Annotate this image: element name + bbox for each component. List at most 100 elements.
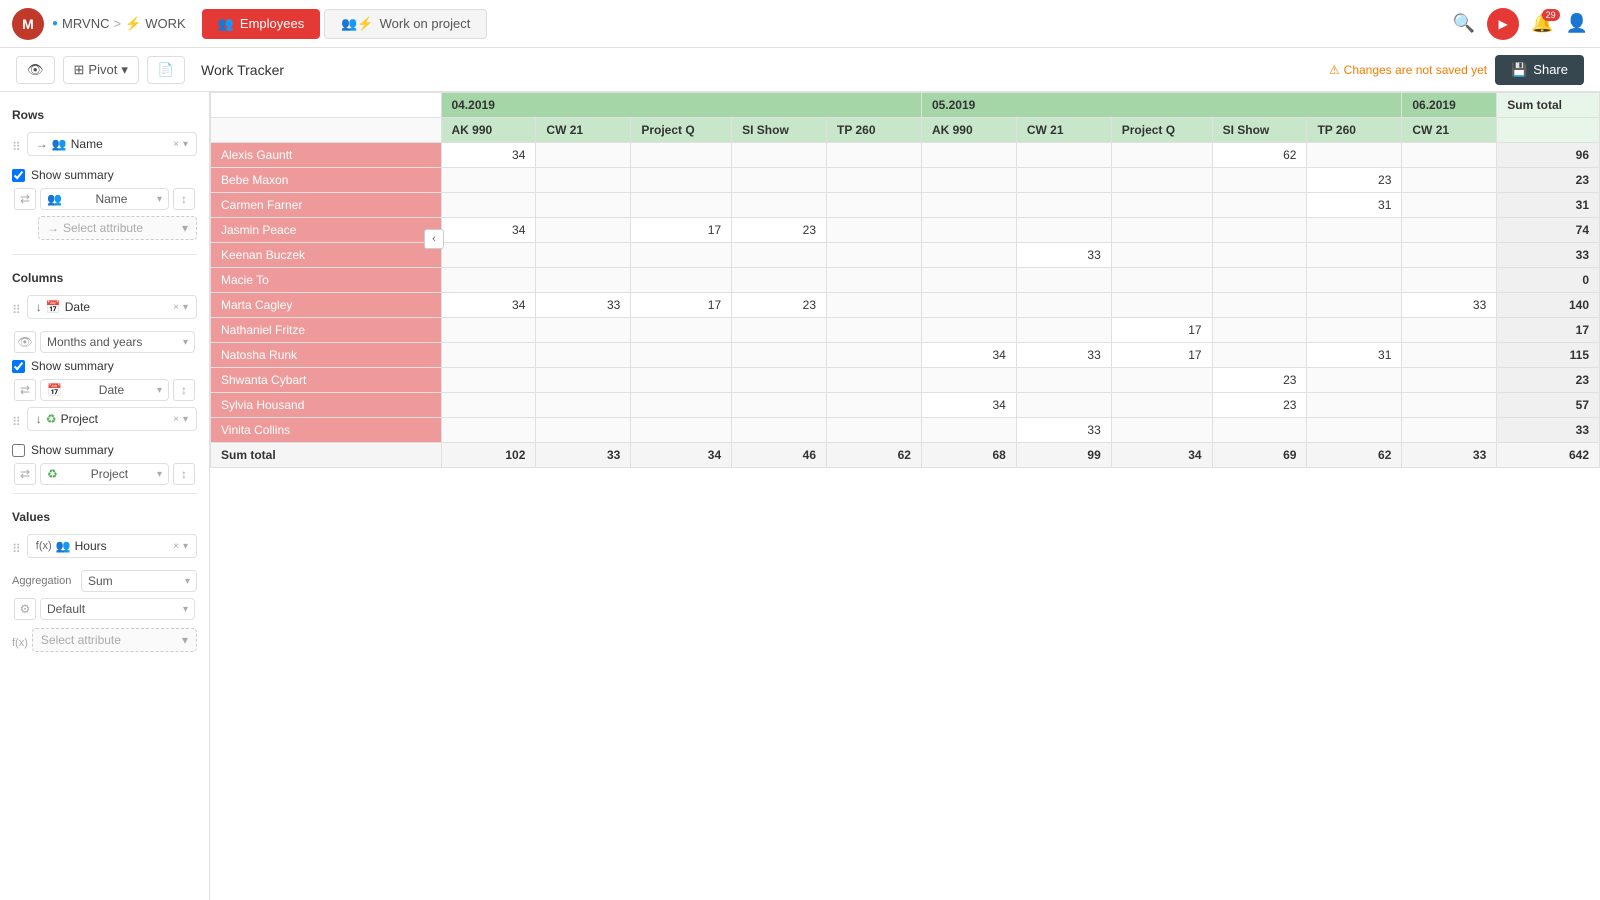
data-cell [441,168,536,193]
share-button[interactable]: 💾 Share [1495,55,1584,85]
data-cell: 34 [441,218,536,243]
date-calendar-icon: 📅 [46,300,61,314]
row-name-cell: Bebe Maxon [211,168,442,193]
data-cell [631,343,732,368]
rows-name-select[interactable]: 👥 Name ▾ [40,188,169,210]
sum-grand-total: 642 [1497,443,1600,468]
data-cell [1307,143,1402,168]
values-hours-close[interactable]: × [173,541,179,552]
rows-sub-chevron: ▾ [157,194,162,205]
data-cell [921,368,1016,393]
data-cell [1212,268,1307,293]
doc-button[interactable]: 📄 [147,56,185,84]
rows-name-chevron[interactable]: ▾ [183,139,188,150]
data-cell: 34 [441,293,536,318]
user-icon[interactable]: 👤 [1566,13,1588,34]
columns-project-close[interactable]: × [173,414,179,425]
values-hours-chevron[interactable]: ▾ [183,541,188,552]
rows-add-attr[interactable]: → Select attribute ▾ [38,216,197,240]
drag-handle-hours[interactable]: ⠿ [12,542,21,556]
data-cell [827,318,922,343]
drag-handle-rows-arrow[interactable]: ⠿ [12,140,21,154]
avatar[interactable]: M [12,8,44,40]
data-cell [1212,243,1307,268]
pivot-label: Pivot [88,62,117,77]
columns-display-select[interactable]: Months and years ▾ [40,331,195,353]
values-add-attr[interactable]: Select attribute ▾ [32,628,197,652]
youtube-icon[interactable]: ▶ [1487,8,1519,40]
tab-employees[interactable]: 👥 Employees [202,9,321,39]
drag-handle-project[interactable]: ⠿ [12,415,21,429]
columns2-sub-icon[interactable]: ⇄ [14,463,36,485]
table-row: Nathaniel Fritze1717 [211,318,1600,343]
data-cell [732,418,827,443]
data-cell: 33 [1016,418,1111,443]
data-cell [921,243,1016,268]
values-hours-item[interactable]: f(x) 👥 Hours × ▾ [27,534,197,558]
work-icon: 👥⚡ [341,16,373,32]
columns2-show-summary-checkbox[interactable] [12,444,25,457]
data-cell [631,418,732,443]
rows-sort-icon[interactable]: ↕ [173,188,195,210]
columns-sub-icon[interactable]: ⇄ [14,379,36,401]
title-input[interactable] [193,58,1321,82]
data-cell [631,393,732,418]
columns-project-item[interactable]: ↓ ♻ Project × ▾ [27,407,197,431]
doc-icon: 📄 [158,62,174,78]
data-cell [827,418,922,443]
row-name-cell: Jasmin Peace [211,218,442,243]
columns2-project-select[interactable]: ♻ Project ▾ [40,463,169,485]
columns-show-summary-checkbox[interactable] [12,360,25,373]
columns2-sort-icon[interactable]: ↕ [173,463,195,485]
columns2-show-summary: Show summary [12,443,197,457]
tab-work-on-project[interactable]: 👥⚡ Work on project [324,9,487,39]
values-gear-icon[interactable]: ⚙ [14,598,36,620]
pivot-area: ‹ 04.2019 05.2019 06.2019 Sum total [210,92,1600,900]
rows-show-summary-checkbox[interactable] [12,169,25,182]
columns2-show-summary-label: Show summary [31,443,114,457]
data-cell [1016,168,1111,193]
data-cell [1307,318,1402,343]
columns2-sub-row: ⇄ ♻ Project ▾ ↕ [12,463,197,485]
changes-warning: ⚠ Changes are not saved yet [1329,63,1487,77]
values-display-chevron: ▾ [183,604,188,615]
rows-sub-icon[interactable]: ⇄ [14,188,36,210]
values-add-attr-label: Select attribute [41,633,178,647]
rows-arrow-item[interactable]: → 👥 Name × ▾ [27,132,197,156]
aggregation-select[interactable]: Sum ▾ [81,570,197,592]
row-total: 31 [1497,193,1600,218]
row-total: 23 [1497,368,1600,393]
columns-date-select[interactable]: 📅 Date ▾ [40,379,169,401]
proj-h-0: AK 990 [441,118,536,143]
columns-project-chevron[interactable]: ▾ [183,414,188,425]
drag-handle-date[interactable]: ⠿ [12,303,21,317]
columns-date-close[interactable]: × [173,302,179,313]
collapse-button[interactable]: ‹ [424,229,444,249]
columns-eye-icon[interactable]: 👁 [14,331,36,353]
breadcrumb: ● MRVNC > ⚡ WORK [52,16,186,32]
columns-date-chevron[interactable]: ▾ [183,302,188,313]
proj-h-10: CW 21 [1402,118,1497,143]
sum-cell: 33 [1402,443,1497,468]
data-cell [631,143,732,168]
row-name-cell: Vinita Collins [211,418,442,443]
data-cell [732,393,827,418]
data-cell [1307,418,1402,443]
columns-sort-icon[interactable]: ↕ [173,379,195,401]
values-display-select[interactable]: Default ▾ [40,598,195,620]
pivot-button[interactable]: ⊞ Pivot ▾ [63,56,139,84]
hours-f-icon: f(x) [36,540,52,552]
rows-add-attr-label: Select attribute [63,221,178,235]
data-cell [1402,393,1497,418]
values-display-label: Default [47,602,85,616]
search-icon[interactable]: 🔍 [1453,13,1475,34]
data-cell: 23 [732,218,827,243]
aggregation-row: Aggregation Sum ▾ [12,570,197,592]
row-name-cell: Alexis Gauntt [211,143,442,168]
rows-name-icon: 👥 [52,137,67,151]
notification-bell[interactable]: 🔔29 [1531,13,1553,34]
rows-name-close[interactable]: × [173,139,179,150]
columns-date-item[interactable]: ↓ 📅 Date × ▾ [27,295,197,319]
eye-button[interactable]: 👁 [16,56,55,84]
data-cell [1111,243,1212,268]
